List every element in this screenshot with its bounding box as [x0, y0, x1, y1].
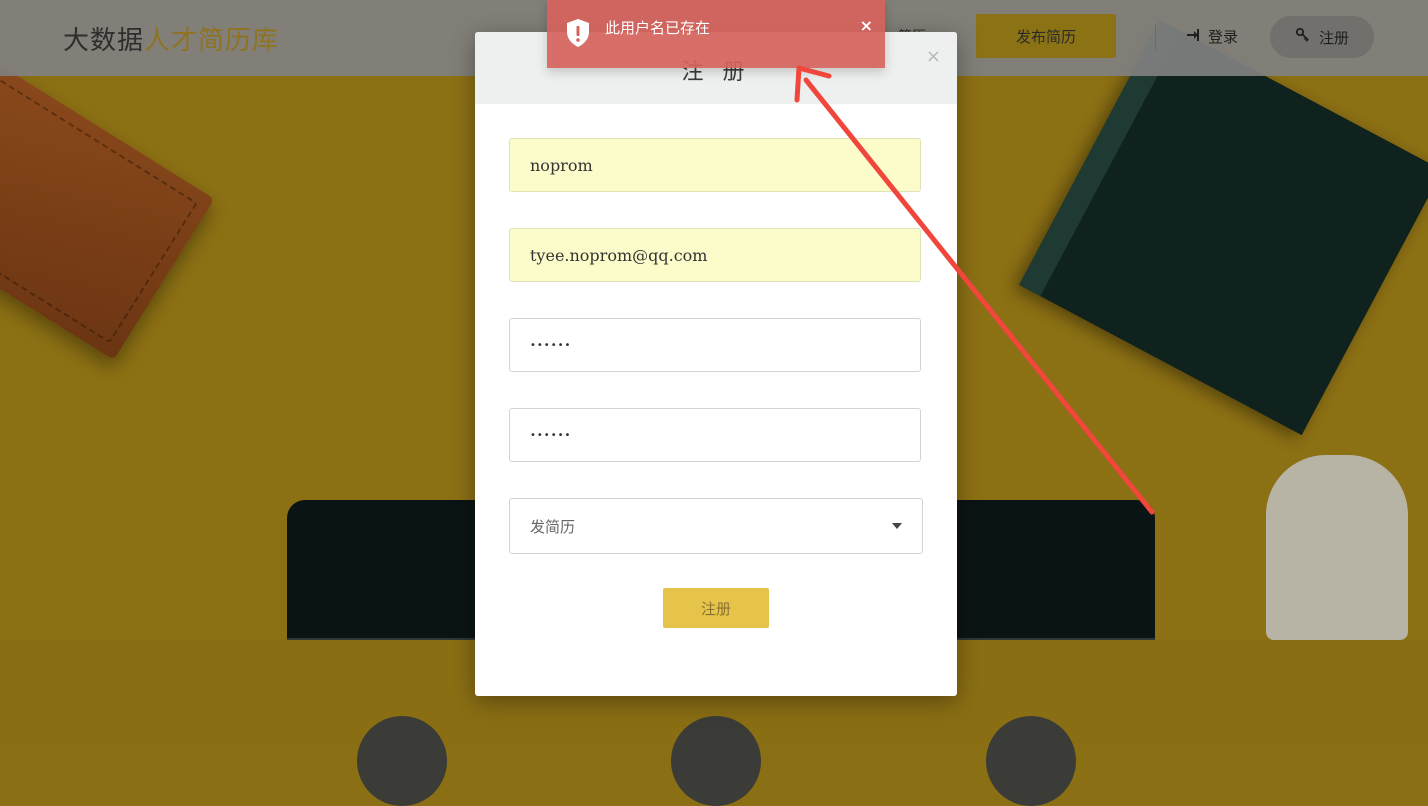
- feature-circle-icon: [357, 716, 447, 806]
- publish-resume-button[interactable]: 发布简历: [976, 14, 1116, 58]
- brand-text-primary: 大数据: [63, 26, 145, 56]
- brand-text-accent: 人才简历库: [144, 26, 280, 56]
- brand-logo[interactable]: 大数据人才简历库: [63, 20, 279, 57]
- feature-circle-icon: [986, 716, 1076, 806]
- shield-alert-icon: [565, 18, 591, 52]
- username-input[interactable]: [509, 138, 921, 192]
- email-input[interactable]: [509, 228, 921, 282]
- feature-circle-icon: [671, 716, 761, 806]
- role-select[interactable]: 发简历: [509, 498, 923, 554]
- password-input[interactable]: [509, 318, 921, 372]
- login-link[interactable]: 登录: [1186, 26, 1238, 47]
- close-icon[interactable]: ×: [860, 16, 873, 35]
- register-modal: 注 册 × 发简历 注册: [475, 32, 957, 696]
- login-label: 登录: [1208, 28, 1239, 46]
- close-icon[interactable]: ×: [926, 46, 941, 67]
- confirm-password-input[interactable]: [509, 408, 921, 462]
- toast-message: 此用户名已存在: [605, 19, 711, 37]
- key-icon: [1295, 27, 1311, 47]
- nav-divider: [1155, 24, 1156, 50]
- role-select-value: 发简历: [530, 517, 576, 536]
- register-label: 注册: [1318, 28, 1349, 47]
- register-link[interactable]: 注册: [1270, 16, 1374, 58]
- register-submit-button[interactable]: 注册: [663, 588, 769, 628]
- error-toast: 此用户名已存在 ×: [547, 0, 885, 68]
- caret-down-icon: [892, 523, 902, 529]
- sign-in-icon: [1186, 28, 1200, 46]
- mouse-photo: [1266, 455, 1408, 640]
